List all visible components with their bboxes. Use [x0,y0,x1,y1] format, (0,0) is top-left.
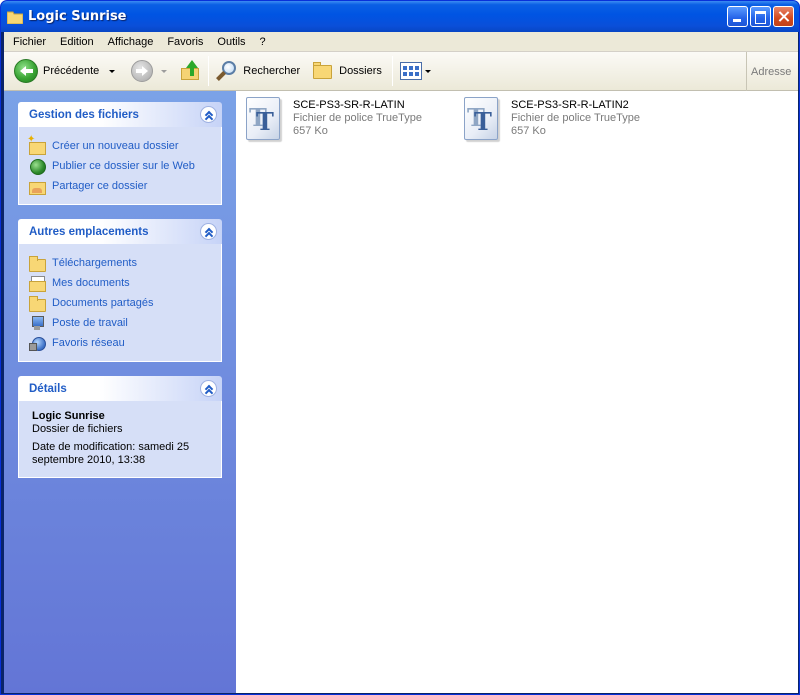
panel-header[interactable]: Autres emplacements [18,219,222,244]
file-name: SCE-PS3-SR-R-LATIN2 [511,99,629,111]
file-list: TT SCE-PS3-SR-R-LATIN Fichier de police … [236,91,798,693]
details-type: Dossier de fichiers [32,423,123,435]
collapse-icon[interactable] [200,223,217,240]
file-tasks-panel: Gestion des fichiers Créer un nouveau do… [18,102,222,205]
panel-title: Gestion des fichiers [29,108,139,121]
address-label: Adresse [751,65,792,78]
folder-icon [6,10,24,24]
task-share-folder[interactable]: Partager ce dossier [29,176,221,196]
close-button[interactable] [773,6,794,27]
explorer-window: Logic Sunrise Fichier Edition Affichage … [0,0,800,695]
truetype-font-icon: TT [464,97,500,141]
place-label: Téléchargements [52,257,137,269]
window-title: Logic Sunrise [28,9,127,24]
folder-icon [29,255,46,272]
file-name: SCE-PS3-SR-R-LATIN [293,99,405,111]
place-my-computer[interactable]: Poste de travail [29,313,221,333]
toolbar-separator [208,56,210,86]
panel-title: Autres emplacements [29,225,149,238]
folders-label: Dossiers [339,65,382,77]
network-icon [29,335,46,351]
collapse-icon[interactable] [200,106,217,123]
panel-header[interactable]: Gestion des fichiers [18,102,222,127]
menu-bar: Fichier Edition Affichage Favoris Outils… [4,32,798,52]
views-button[interactable] [396,56,435,86]
toolbar-separator [391,56,393,86]
title-bar[interactable]: Logic Sunrise [1,1,799,32]
up-folder-icon [179,60,201,82]
place-label: Documents partagés [52,297,154,309]
details-name: Logic Sunrise [32,410,105,422]
address-bar[interactable]: Adresse [746,52,798,91]
main-area: Gestion des fichiers Créer un nouveau do… [4,91,798,693]
new-folder-icon [27,134,46,155]
folder-icon [29,295,46,312]
place-shared-documents[interactable]: Documents partagés [29,293,221,313]
up-folder-button[interactable] [175,56,205,86]
folders-button[interactable]: Dossiers [308,56,386,86]
minimize-button[interactable] [727,6,748,27]
file-size: 657 Ko [511,125,546,137]
views-icon [399,62,422,80]
globe-icon [29,158,46,175]
panel-title: Détails [29,382,67,395]
collapse-icon[interactable] [200,380,217,397]
back-arrow-icon [14,59,38,83]
task-label: Partager ce dossier [52,180,148,192]
folders-icon [312,61,334,81]
details-panel: Détails Logic Sunrise Dossier de fichier… [18,376,222,478]
details-modified: Date de modification: samedi 25 septembr… [32,441,190,466]
task-new-folder[interactable]: Créer un nouveau dossier [27,134,221,156]
file-type: Fichier de police TrueType [293,112,423,124]
search-button[interactable]: Rechercher [212,56,304,86]
panel-body: Créer un nouveau dossier Publier ce doss… [18,127,222,205]
menu-fichier[interactable]: Fichier [4,36,53,48]
forward-dropdown-icon[interactable] [161,69,168,73]
place-label: Favoris réseau [52,337,125,349]
search-label: Rechercher [243,65,301,77]
share-folder-icon [29,178,46,195]
place-network[interactable]: Favoris réseau [29,333,221,353]
file-item[interactable]: TT SCE-PS3-SR-R-LATIN2 Fichier de police… [464,97,640,141]
back-dropdown-icon[interactable] [109,69,116,73]
task-pane: Gestion des fichiers Créer un nouveau do… [4,91,236,693]
other-places-panel: Autres emplacements Téléchargements Mes … [18,219,222,362]
my-documents-icon [29,275,46,292]
maximize-button[interactable] [750,6,771,27]
task-publish-web[interactable]: Publier ce dossier sur le Web [29,156,221,176]
details-body: Logic Sunrise Dossier de fichiers Date d… [18,401,222,478]
back-button[interactable]: Précédente [10,56,119,86]
menu-edition[interactable]: Edition [53,36,101,48]
panel-header[interactable]: Détails [18,376,222,401]
forward-arrow-icon [131,60,154,82]
place-downloads[interactable]: Téléchargements [29,253,221,273]
place-label: Poste de travail [52,317,128,329]
file-size: 657 Ko [293,125,328,137]
task-label: Publier ce dossier sur le Web [52,160,195,172]
menu-help[interactable]: ? [253,36,273,48]
task-label: Créer un nouveau dossier [52,140,179,152]
truetype-font-icon: TT [246,97,282,141]
search-icon [216,60,238,82]
menu-affichage[interactable]: Affichage [101,36,161,48]
file-type: Fichier de police TrueType [511,112,641,124]
views-dropdown-icon[interactable] [424,69,431,73]
back-label: Précédente [43,65,100,77]
place-my-documents[interactable]: Mes documents [29,273,221,293]
menu-outils[interactable]: Outils [210,36,252,48]
forward-button[interactable] [127,56,171,86]
toolbar: Précédente Rechercher Dossiers Adresse [4,52,798,91]
panel-body: Téléchargements Mes documents Documents … [18,244,222,362]
menu-favoris[interactable]: Favoris [160,36,210,48]
file-item[interactable]: TT SCE-PS3-SR-R-LATIN Fichier de police … [246,97,422,141]
place-label: Mes documents [52,277,130,289]
computer-icon [29,315,45,331]
